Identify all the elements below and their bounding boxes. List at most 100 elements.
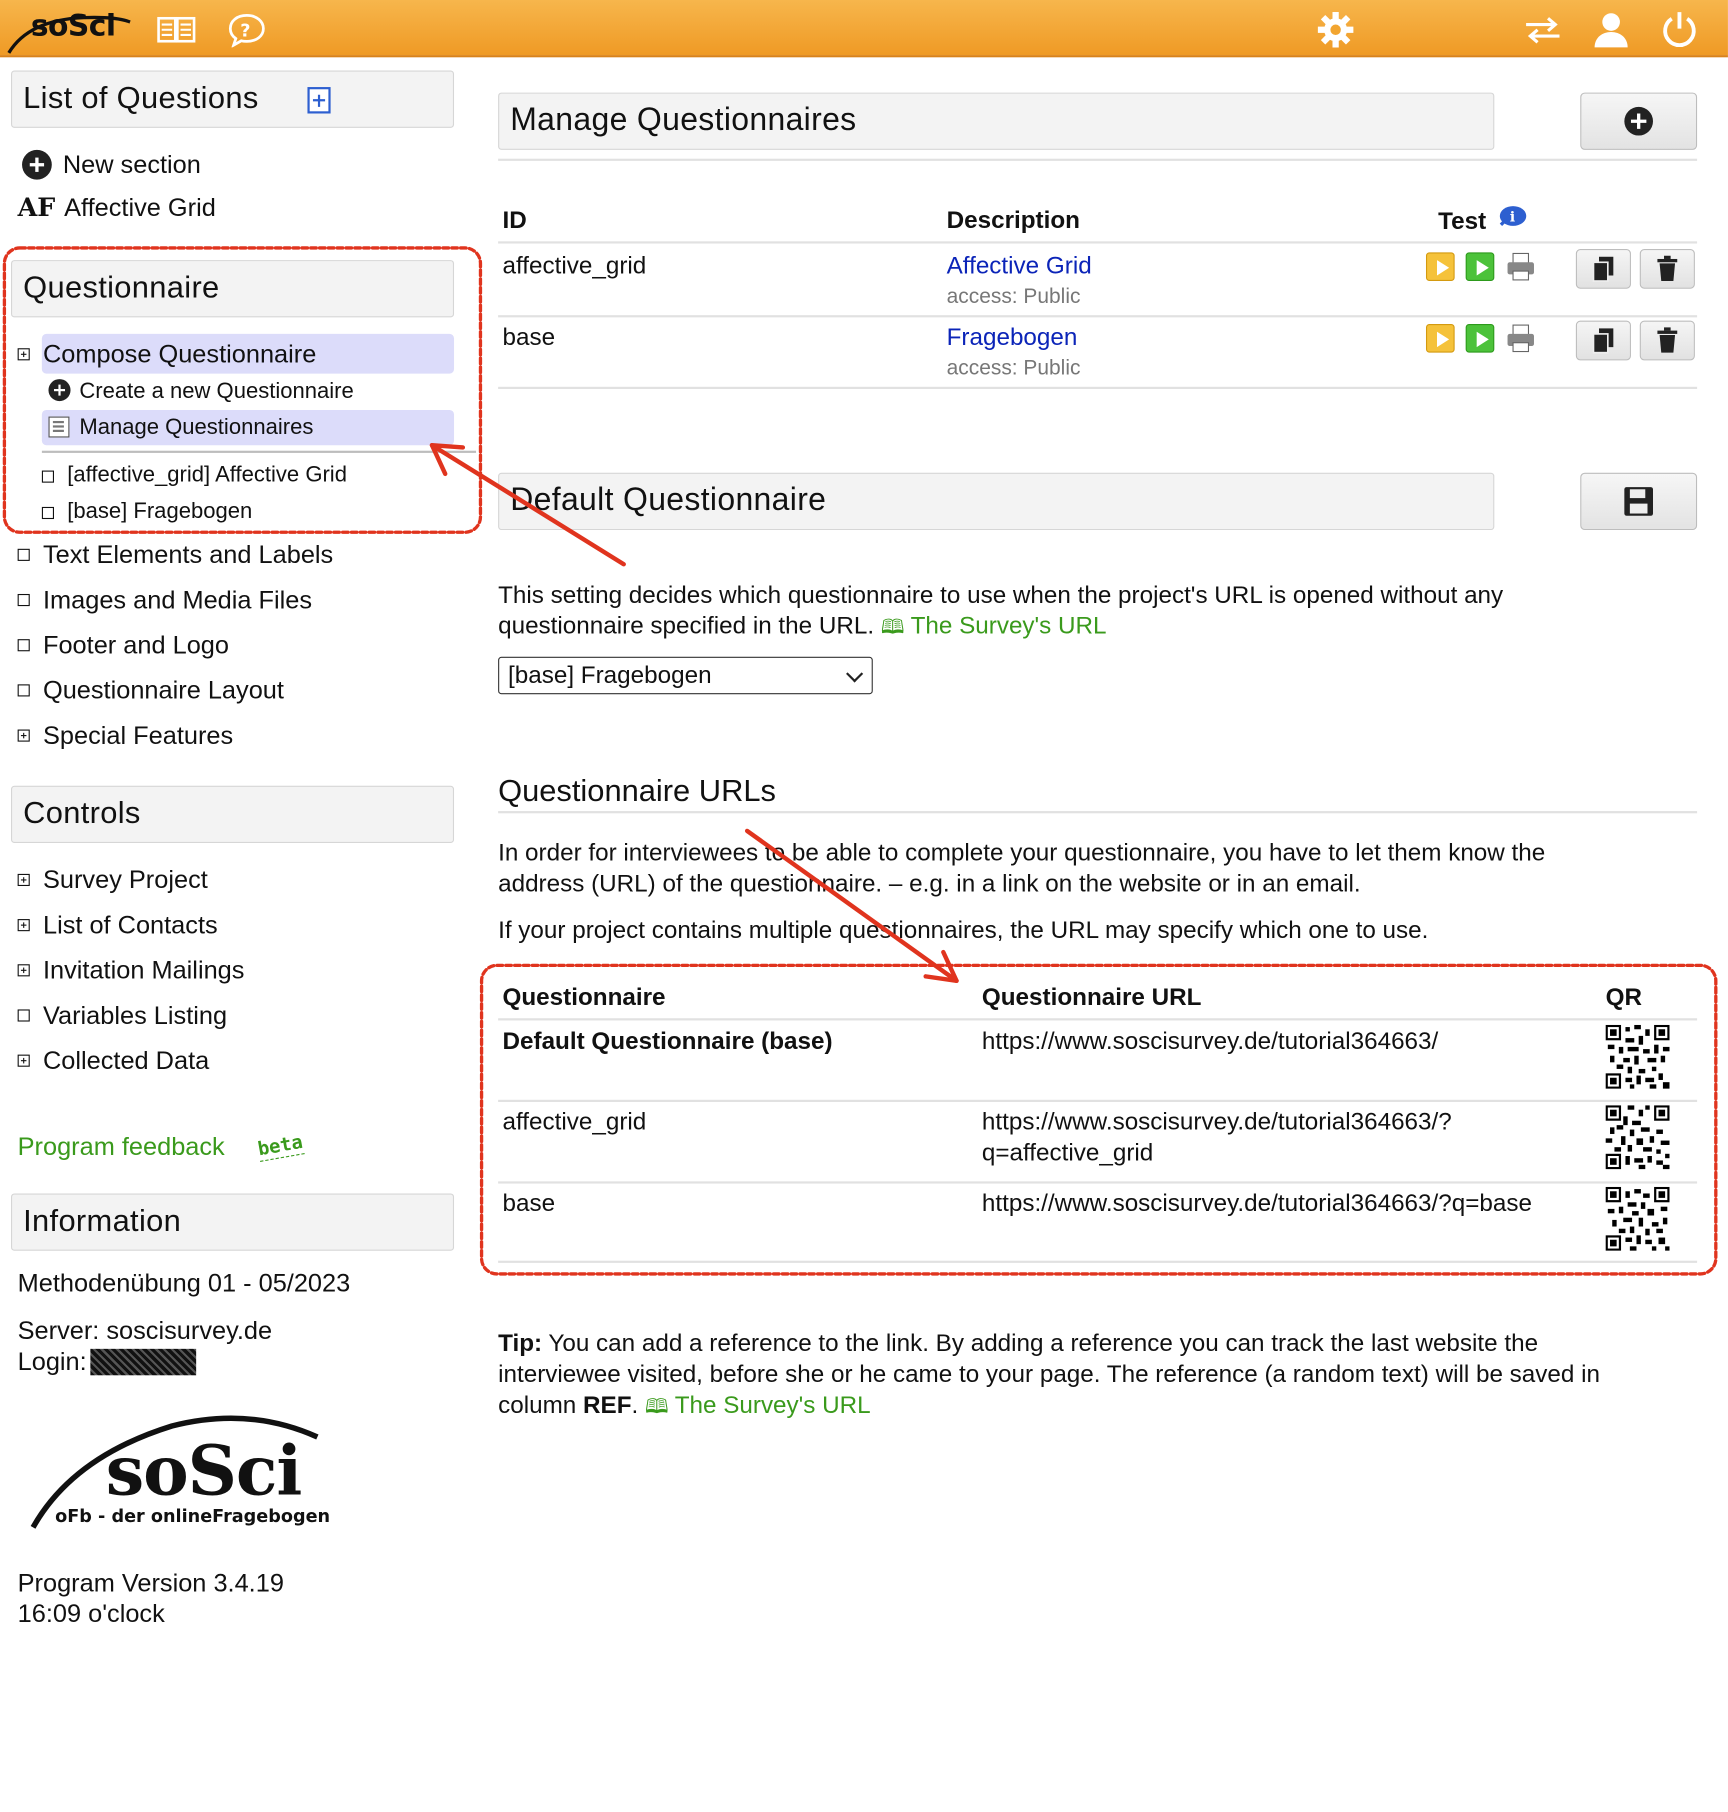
trash-icon [1657,327,1678,353]
sosci-big-logo: soSci oFb - der onlineFragebogen [29,1413,349,1534]
urls-description: In order for interviewees to be able to … [498,838,1546,898]
server-info: Server: soscisurvey.de [17,1315,273,1345]
copy-button[interactable] [1575,320,1631,361]
images-media-link[interactable]: Images and Media Files [17,585,312,615]
questionnaire-name-link[interactable]: Fragebogen [947,323,1078,352]
col-header-qr: QR [1605,982,1642,1011]
expand-icon [17,1054,30,1067]
af-badge: AF [17,192,56,223]
program-version: Program Version 3.4.19 [17,1568,284,1597]
delete-button[interactable] [1639,249,1695,289]
col-header-questionnaire: Questionnaire [502,982,666,1011]
qr-code-icon[interactable] [1605,1186,1670,1251]
redacted-login [90,1348,197,1376]
url-row-questionnaire: affective_grid [502,1107,647,1136]
manual-icon: 🕮 [644,1395,669,1418]
list-of-questions-header: List of Questions [11,70,455,128]
copy-icon [1592,256,1614,282]
clock-time: 16:09 o'clock [17,1599,165,1628]
compose-questionnaire[interactable]: Compose Questionnaire [17,339,317,369]
collected-data-link[interactable]: Collected Data [17,1046,209,1076]
top-bar: soSci ? [0,0,1728,58]
survey-url-help-link[interactable]: 🕮 The Survey's URL [645,1391,871,1419]
svg-text:?: ? [240,21,250,41]
program-feedback-link[interactable]: Program feedback [18,1132,225,1162]
save-icon [1624,487,1653,516]
text-elements-link[interactable]: Text Elements and Labels [17,540,334,570]
add-circle-icon [48,379,71,402]
switch-icon[interactable] [1523,11,1563,48]
play-test-icon[interactable] [1425,323,1455,353]
url-row-url[interactable]: https://www.soscisurvey.de/tutorial36466… [982,1027,1438,1056]
list-title: List of Questions [23,80,259,115]
user-icon[interactable] [1591,11,1631,48]
question-catalog-icon[interactable] [305,86,334,122]
new-section-link[interactable]: New section [22,149,201,180]
qr-code-icon[interactable] [1605,1105,1670,1170]
qr-code-icon[interactable] [1605,1024,1670,1089]
urls-description-2: If your project contains multiple questi… [498,915,1429,944]
list-of-contacts-link[interactable]: List of Contacts [17,910,218,940]
questionnaire-name-link[interactable]: Affective Grid [947,251,1092,280]
print-icon[interactable] [1505,323,1536,359]
default-questionnaire-select[interactable]: [base] Fragebogen [498,656,873,695]
box-icon [17,593,30,607]
help-icon[interactable]: ? [227,11,267,48]
manage-questionnaires-link[interactable]: Manage Questionnaires [48,415,313,440]
create-new-questionnaire[interactable]: Create a new Questionnaire [48,379,354,404]
footer-logo-link[interactable]: Footer and Logo [17,630,229,660]
questionnaire-id: base [502,322,556,351]
delete-button[interactable] [1639,320,1695,361]
ref-column: REF [583,1390,632,1419]
questionnaire-layout-link[interactable]: Questionnaire Layout [17,676,284,706]
add-questionnaire-button[interactable] [1580,92,1698,150]
url-row-questionnaire: Default Questionnaire (base) [502,1027,833,1055]
settings-icon[interactable] [1316,11,1356,48]
manual-icon: 🕮 [880,616,905,639]
divider [498,1099,1698,1102]
play-run-icon[interactable] [1465,323,1495,353]
save-button[interactable] [1580,472,1698,531]
default-description: This setting decides which questionnaire… [498,580,1504,640]
url-row-url[interactable]: https://www.soscisurvey.de/tutorial36466… [982,1108,1452,1137]
manual-icon[interactable] [156,11,196,48]
url-row-url-cont[interactable]: q=affective_grid [982,1138,1153,1167]
print-icon[interactable] [1505,251,1536,287]
divider [498,241,1698,244]
questionnaire-item-affective-grid[interactable]: [affective_grid] Affective Grid [41,463,347,488]
expand-icon [17,964,30,977]
svg-text:i: i [1510,210,1516,226]
logout-icon[interactable] [1660,11,1700,48]
copy-button[interactable] [1575,249,1631,289]
info-icon[interactable]: i [1497,205,1528,235]
access-label: access: Public [946,285,1081,309]
box-icon [41,506,54,520]
variables-listing-link[interactable]: Variables Listing [17,1001,227,1031]
sosci-logo[interactable]: soSci [7,7,131,54]
invitation-mailings-link[interactable]: Invitation Mailings [17,955,244,985]
expand-icon [17,729,30,742]
url-row-questionnaire: base [502,1189,556,1217]
list-icon [48,416,70,438]
box-icon [17,684,30,697]
survey-url-help-link[interactable]: 🕮 The Survey's URL [881,612,1107,640]
controls-header: Controls [11,785,455,844]
divider [498,1260,1698,1263]
access-label: access: Public [946,357,1081,381]
expand-icon [17,873,30,887]
url-row-url[interactable]: https://www.soscisurvey.de/tutorial36466… [982,1189,1532,1218]
col-header-id: ID [502,206,527,234]
survey-project-link[interactable]: Survey Project [17,865,208,895]
divider [498,158,1698,161]
tip-label: Tip: [498,1329,543,1357]
questionnaire-item-base[interactable]: [base] Fragebogen [41,499,252,524]
play-test-icon[interactable] [1425,252,1455,282]
play-run-icon[interactable] [1465,252,1495,282]
manage-questionnaires-header: Manage Questionnaires [498,92,1495,150]
special-features-link[interactable]: Special Features [17,721,233,751]
information-header: Information [11,1193,455,1251]
divider [498,315,1698,318]
expand-icon [17,919,30,932]
col-header-test: Test [1438,207,1487,235]
affective-grid-section[interactable]: AF Affective Grid [18,193,216,223]
